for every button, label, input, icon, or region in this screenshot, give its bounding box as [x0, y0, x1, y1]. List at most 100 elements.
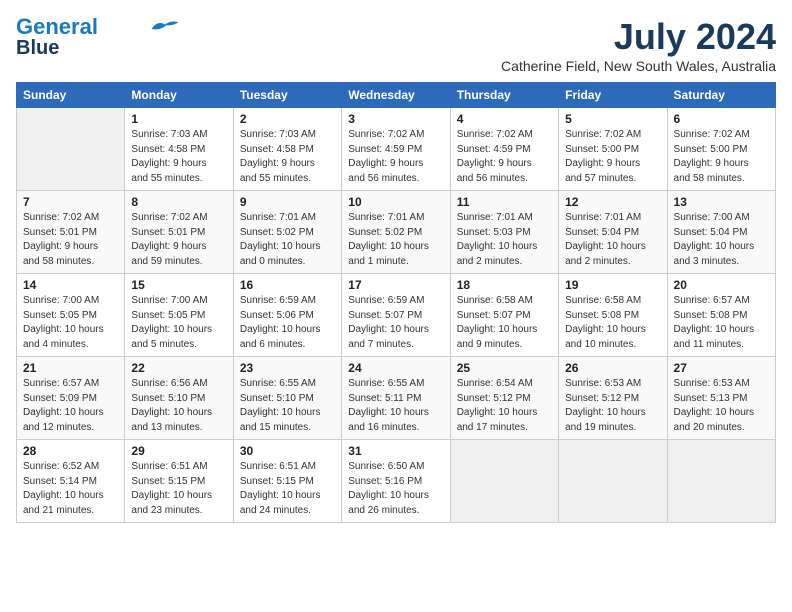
day-number: 15 — [131, 278, 226, 292]
calendar-cell: 31 Sunrise: 6:50 AM Sunset: 5:16 PM Dayli… — [342, 440, 450, 523]
day-info: Sunrise: 6:58 AM Sunset: 5:08 PM Dayligh… — [565, 294, 660, 352]
logo-bird-icon — [150, 17, 180, 35]
day-info: Sunrise: 7:02 AM Sunset: 5:01 PM Dayligh… — [131, 211, 226, 269]
day-info: Sunrise: 7:02 AM Sunset: 5:01 PM Dayligh… — [23, 211, 118, 269]
calendar-cell: 23 Sunrise: 6:55 AM Sunset: 5:10 PM Dayli… — [233, 357, 341, 440]
day-number: 5 — [565, 112, 660, 126]
day-info: Sunrise: 6:51 AM Sunset: 5:15 PM Dayligh… — [240, 460, 335, 518]
calendar-cell: 29 Sunrise: 6:51 AM Sunset: 5:15 PM Dayli… — [125, 440, 233, 523]
calendar-cell: 10 Sunrise: 7:01 AM Sunset: 5:02 PM Dayli… — [342, 191, 450, 274]
day-info: Sunrise: 7:02 AM Sunset: 4:59 PM Dayligh… — [348, 128, 443, 186]
day-info: Sunrise: 6:57 AM Sunset: 5:09 PM Dayligh… — [23, 377, 118, 435]
day-info: Sunrise: 7:00 AM Sunset: 5:05 PM Dayligh… — [131, 294, 226, 352]
day-info: Sunrise: 6:59 AM Sunset: 5:07 PM Dayligh… — [348, 294, 443, 352]
day-info: Sunrise: 6:57 AM Sunset: 5:08 PM Dayligh… — [674, 294, 769, 352]
logo-text: General — [16, 16, 98, 38]
calendar-cell: 20 Sunrise: 6:57 AM Sunset: 5:08 PM Dayli… — [667, 274, 775, 357]
calendar-cell: 21Sunrise: 6:57 AM Sunset: 5:09 PM Dayli… — [17, 357, 125, 440]
col-header-friday: Friday — [559, 83, 667, 108]
day-info: Sunrise: 7:02 AM Sunset: 5:00 PM Dayligh… — [565, 128, 660, 186]
col-header-tuesday: Tuesday — [233, 83, 341, 108]
day-number: 10 — [348, 195, 443, 209]
day-info: Sunrise: 6:58 AM Sunset: 5:07 PM Dayligh… — [457, 294, 552, 352]
col-header-thursday: Thursday — [450, 83, 558, 108]
day-number: 20 — [674, 278, 769, 292]
day-number: 11 — [457, 195, 552, 209]
calendar-cell: 22 Sunrise: 6:56 AM Sunset: 5:10 PM Dayli… — [125, 357, 233, 440]
day-info: Sunrise: 6:56 AM Sunset: 5:10 PM Dayligh… — [131, 377, 226, 435]
day-number: 22 — [131, 361, 226, 375]
day-number: 31 — [348, 444, 443, 458]
day-info: Sunrise: 7:01 AM Sunset: 5:02 PM Dayligh… — [348, 211, 443, 269]
day-number: 12 — [565, 195, 660, 209]
calendar-cell: 18 Sunrise: 6:58 AM Sunset: 5:07 PM Dayli… — [450, 274, 558, 357]
calendar-cell: 1 Sunrise: 7:03 AM Sunset: 4:58 PM Daylig… — [125, 108, 233, 191]
day-number: 26 — [565, 361, 660, 375]
calendar-cell — [450, 440, 558, 523]
day-info: Sunrise: 7:01 AM Sunset: 5:02 PM Dayligh… — [240, 211, 335, 269]
day-info: Sunrise: 7:00 AM Sunset: 5:05 PM Dayligh… — [23, 294, 118, 352]
day-info: Sunrise: 7:03 AM Sunset: 4:58 PM Dayligh… — [131, 128, 226, 186]
header: General Blue July 2024 Catherine Field, … — [16, 16, 776, 74]
day-info: Sunrise: 6:53 AM Sunset: 5:12 PM Dayligh… — [565, 377, 660, 435]
calendar-cell: 28 Sunrise: 6:52 AM Sunset: 5:14 PM Dayli… — [17, 440, 125, 523]
day-info: Sunrise: 7:02 AM Sunset: 5:00 PM Dayligh… — [674, 128, 769, 186]
calendar-cell: 17 Sunrise: 6:59 AM Sunset: 5:07 PM Dayli… — [342, 274, 450, 357]
calendar-cell: 6 Sunrise: 7:02 AM Sunset: 5:00 PM Daylig… — [667, 108, 775, 191]
title-area: July 2024 Catherine Field, New South Wal… — [501, 16, 776, 74]
day-number: 4 — [457, 112, 552, 126]
day-info: Sunrise: 6:55 AM Sunset: 5:10 PM Dayligh… — [240, 377, 335, 435]
day-number: 19 — [565, 278, 660, 292]
calendar-cell: 4 Sunrise: 7:02 AM Sunset: 4:59 PM Daylig… — [450, 108, 558, 191]
day-info: Sunrise: 6:50 AM Sunset: 5:16 PM Dayligh… — [348, 460, 443, 518]
calendar-cell: 24 Sunrise: 6:55 AM Sunset: 5:11 PM Dayli… — [342, 357, 450, 440]
day-info: Sunrise: 6:51 AM Sunset: 5:15 PM Dayligh… — [131, 460, 226, 518]
day-number: 16 — [240, 278, 335, 292]
calendar-cell: 2 Sunrise: 7:03 AM Sunset: 4:58 PM Daylig… — [233, 108, 341, 191]
day-number: 23 — [240, 361, 335, 375]
calendar-cell: 13 Sunrise: 7:00 AM Sunset: 5:04 PM Dayli… — [667, 191, 775, 274]
day-number: 30 — [240, 444, 335, 458]
day-number: 18 — [457, 278, 552, 292]
calendar-cell: 26 Sunrise: 6:53 AM Sunset: 5:12 PM Dayli… — [559, 357, 667, 440]
day-number: 9 — [240, 195, 335, 209]
day-info: Sunrise: 6:59 AM Sunset: 5:06 PM Dayligh… — [240, 294, 335, 352]
calendar-cell: 7Sunrise: 7:02 AM Sunset: 5:01 PM Daylig… — [17, 191, 125, 274]
calendar-cell: 14 Sunrise: 7:00 AM Sunset: 5:05 PM Dayli… — [17, 274, 125, 357]
day-number: 3 — [348, 112, 443, 126]
day-info: Sunrise: 7:02 AM Sunset: 4:59 PM Dayligh… — [457, 128, 552, 186]
day-info: Sunrise: 7:01 AM Sunset: 5:04 PM Dayligh… — [565, 211, 660, 269]
day-info: Sunrise: 7:03 AM Sunset: 4:58 PM Dayligh… — [240, 128, 335, 186]
col-header-sunday: Sunday — [17, 83, 125, 108]
day-number: 24 — [348, 361, 443, 375]
day-number: 28 — [23, 444, 118, 458]
day-number: 13 — [674, 195, 769, 209]
day-number: 17 — [348, 278, 443, 292]
day-info: Sunrise: 6:54 AM Sunset: 5:12 PM Dayligh… — [457, 377, 552, 435]
calendar-cell: 5 Sunrise: 7:02 AM Sunset: 5:00 PM Daylig… — [559, 108, 667, 191]
month-title: July 2024 — [501, 16, 776, 58]
calendar-cell — [559, 440, 667, 523]
col-header-saturday: Saturday — [667, 83, 775, 108]
col-header-wednesday: Wednesday — [342, 83, 450, 108]
location-title: Catherine Field, New South Wales, Austra… — [501, 58, 776, 74]
col-header-monday: Monday — [125, 83, 233, 108]
logo-blue-text: Blue — [16, 38, 59, 58]
day-number: 27 — [674, 361, 769, 375]
day-info: Sunrise: 6:53 AM Sunset: 5:13 PM Dayligh… — [674, 377, 769, 435]
calendar-cell: 19 Sunrise: 6:58 AM Sunset: 5:08 PM Dayli… — [559, 274, 667, 357]
day-number: 6 — [674, 112, 769, 126]
day-number: 14 — [23, 278, 118, 292]
calendar-cell: 12 Sunrise: 7:01 AM Sunset: 5:04 PM Dayli… — [559, 191, 667, 274]
calendar-cell: 16 Sunrise: 6:59 AM Sunset: 5:06 PM Dayli… — [233, 274, 341, 357]
logo: General Blue — [16, 16, 180, 58]
calendar-cell: 15 Sunrise: 7:00 AM Sunset: 5:05 PM Dayli… — [125, 274, 233, 357]
day-info: Sunrise: 6:55 AM Sunset: 5:11 PM Dayligh… — [348, 377, 443, 435]
day-info: Sunrise: 6:52 AM Sunset: 5:14 PM Dayligh… — [23, 460, 118, 518]
day-info: Sunrise: 7:00 AM Sunset: 5:04 PM Dayligh… — [674, 211, 769, 269]
day-number: 1 — [131, 112, 226, 126]
calendar-cell: 9 Sunrise: 7:01 AM Sunset: 5:02 PM Daylig… — [233, 191, 341, 274]
day-number: 29 — [131, 444, 226, 458]
day-number: 2 — [240, 112, 335, 126]
calendar-cell: 30 Sunrise: 6:51 AM Sunset: 5:15 PM Dayli… — [233, 440, 341, 523]
